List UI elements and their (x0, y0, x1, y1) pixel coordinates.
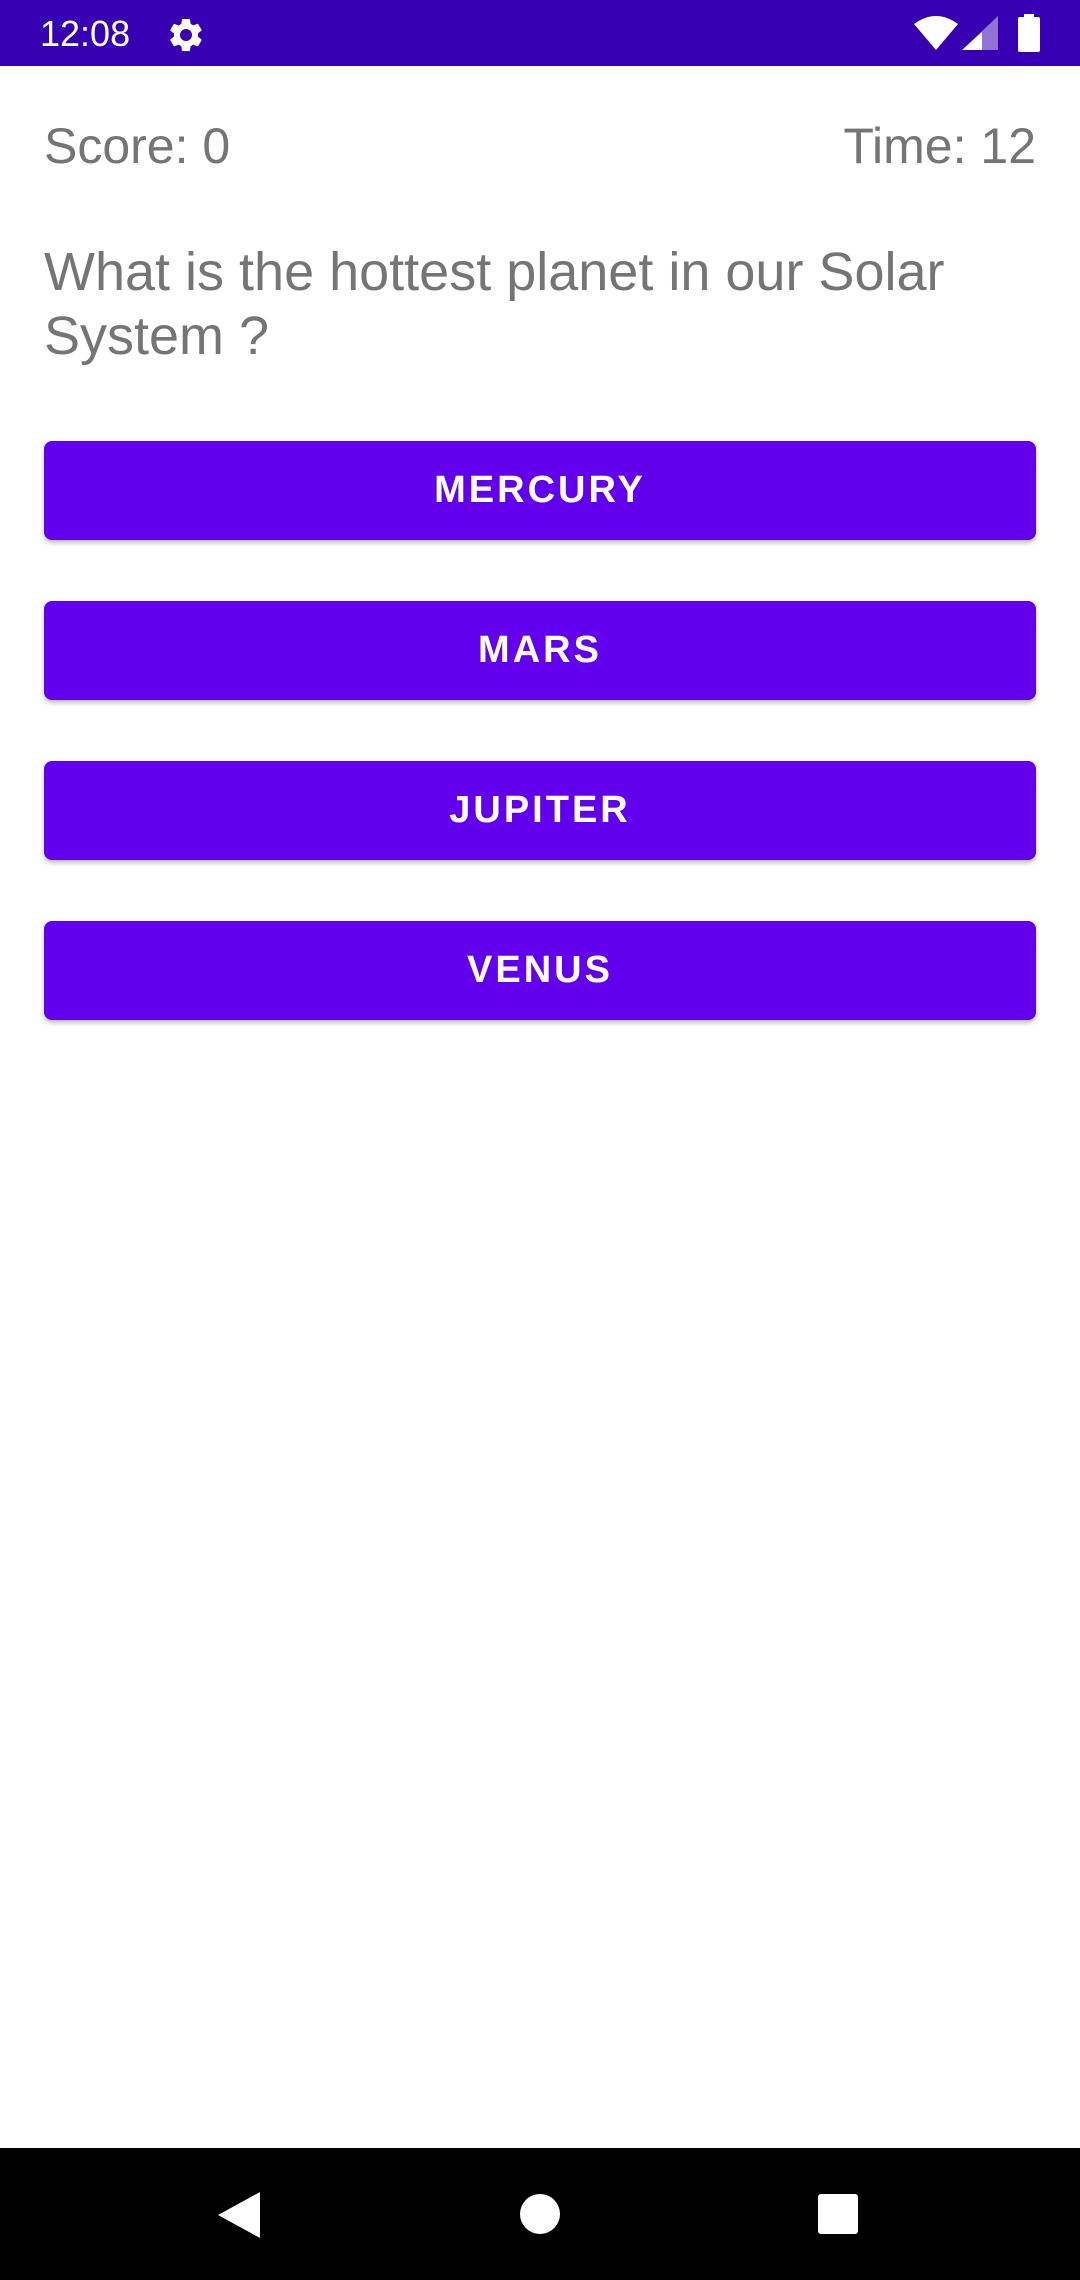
back-icon[interactable] (218, 2192, 260, 2238)
answer-button-venus[interactable]: VENUS (44, 921, 1036, 1020)
question-text: What is the hottest planet in our Solar … (44, 242, 945, 366)
battery-icon (1018, 14, 1040, 52)
score-label: Score: 0 (44, 118, 231, 174)
navigation-bar (0, 2148, 1080, 2280)
answer-button-mercury[interactable]: MERCURY (44, 441, 1036, 540)
home-icon[interactable] (520, 2194, 560, 2234)
gear-icon (170, 18, 202, 52)
answer-button-jupiter[interactable]: JUPITER (44, 761, 1036, 860)
status-bar: 12:08 (0, 0, 1080, 66)
wifi-icon (914, 16, 958, 50)
recents-icon[interactable] (818, 2194, 858, 2234)
timer-label: Time: 12 (843, 118, 1036, 174)
signal-icon (962, 16, 998, 50)
status-time: 12:08 (40, 13, 131, 54)
answer-list: MERCURY MARS JUPITER VENUS (44, 441, 1036, 1081)
quiz-screen: 12:08 Score: 0 Time: 12 What is the hott… (0, 0, 1080, 2280)
answer-button-mars[interactable]: MARS (44, 601, 1036, 700)
